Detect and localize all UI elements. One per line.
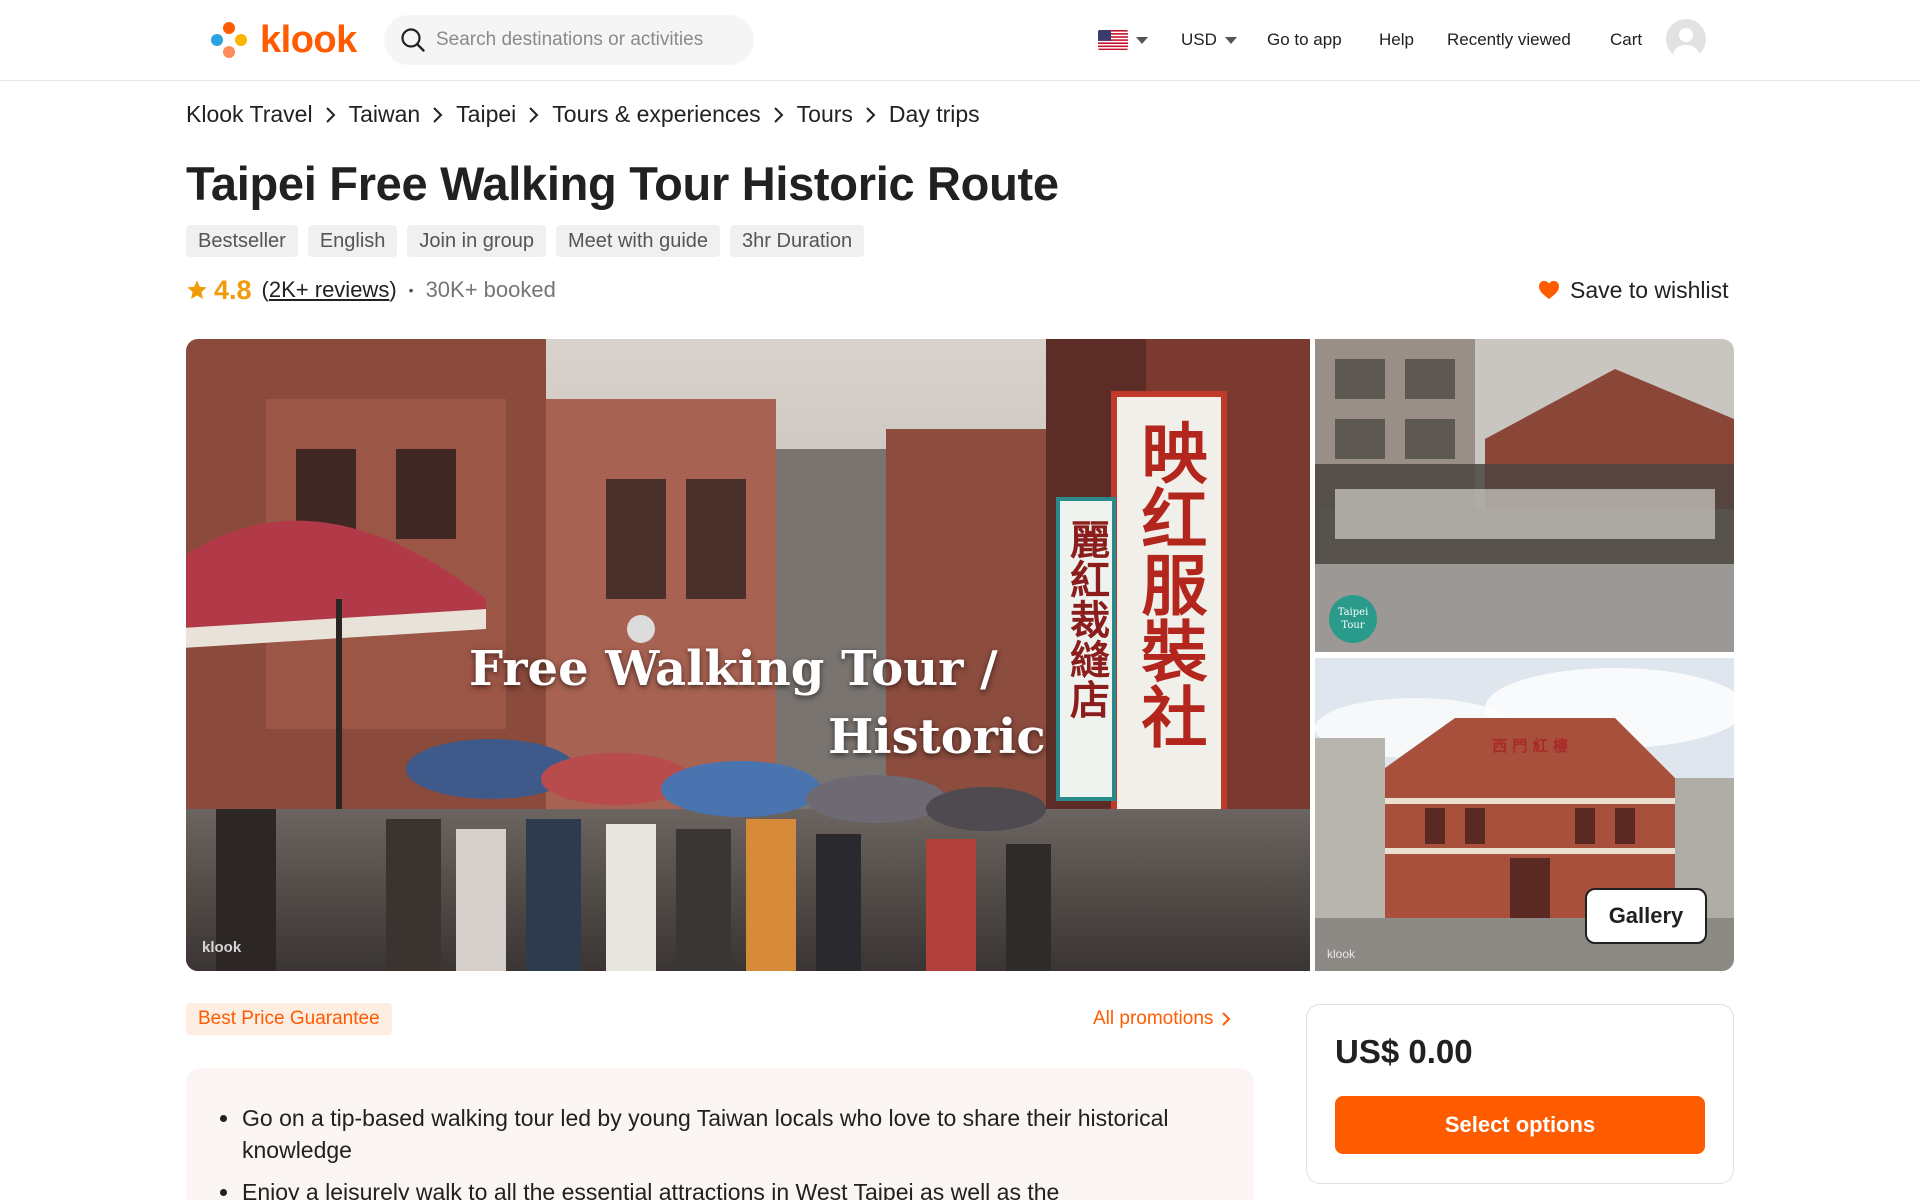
klook-logo-icon	[211, 22, 247, 58]
search-icon	[401, 28, 425, 52]
breadcrumb-item-taiwan[interactable]: Taiwan	[349, 101, 421, 128]
highlight-item: Go on a tip-based walking tour led by yo…	[220, 1102, 1172, 1166]
separator-dot: •	[408, 282, 414, 298]
price-label: US$ 0.00	[1335, 1033, 1473, 1070]
search-input[interactable]	[436, 29, 736, 51]
chevron-right-icon	[865, 106, 877, 124]
top-header: klook USD Go to app	[0, 0, 1920, 81]
search-bar[interactable]	[384, 15, 754, 65]
help-label: Help	[1379, 30, 1414, 49]
badge-text-2: Tour	[1341, 620, 1364, 631]
reviews-link[interactable]: 2K+ reviews	[269, 277, 389, 302]
chevron-right-icon	[325, 106, 337, 124]
page-title: Taipei Free Walking Tour Historic Route	[186, 157, 1059, 210]
activity-tags: Bestseller English Join in group Meet wi…	[186, 225, 865, 257]
badge-text-1: Taipei	[1338, 607, 1369, 618]
help-link[interactable]: Help	[1379, 0, 1414, 80]
flag-us-icon	[1098, 30, 1128, 50]
highlights-box: Go on a tip-based walking tour led by yo…	[186, 1068, 1254, 1200]
gallery-main-image[interactable]: 映红服裝社 麗紅裁縫店 Free Walking Tour / Historic…	[186, 339, 1310, 971]
tour-badge-icon	[1329, 595, 1377, 643]
gallery-button[interactable]: Gallery	[1585, 888, 1707, 944]
breadcrumb-item-tours-experiences[interactable]: Tours & experiences	[552, 101, 760, 128]
heart-icon	[1539, 280, 1559, 300]
sign-small-text: 麗紅裁縫店	[1063, 519, 1110, 719]
reviews-count: (2K+ reviews)	[261, 277, 397, 302]
chevron-down-icon	[1224, 36, 1237, 44]
sign-large-text: 映红服裝社	[1131, 419, 1208, 749]
language-selector[interactable]	[1098, 0, 1148, 80]
booking-card: US$ 0.00 Select options	[1306, 1004, 1734, 1184]
breadcrumb-item-tours[interactable]: Tours	[797, 101, 853, 128]
booked-count: 30K+ booked	[425, 277, 556, 302]
gallery-thumbnail-group-photo[interactable]: Taipei Tour	[1315, 339, 1734, 652]
save-to-wishlist-button[interactable]: Save to wishlist	[1538, 272, 1729, 308]
breadcrumb: Klook Travel Taiwan Taipei Tours & exper…	[186, 101, 980, 128]
tag-meet-guide: Meet with guide	[555, 225, 721, 257]
highlights-list: Go on a tip-based walking tour led by yo…	[220, 1102, 1214, 1200]
recently-viewed-link[interactable]: Recently viewed	[1447, 0, 1571, 80]
chevron-right-icon	[528, 106, 540, 124]
chevron-right-icon	[1222, 1012, 1231, 1026]
klook-logo-text: klook	[260, 18, 357, 61]
highlight-item: Enjoy a leisurely walk to all the essent…	[220, 1176, 1172, 1200]
select-options-button[interactable]: Select options	[1335, 1096, 1705, 1154]
cart-link[interactable]: Cart	[1610, 0, 1642, 80]
breadcrumb-item-day-trips[interactable]: Day trips	[889, 101, 980, 128]
rating-summary: 4.8 (2K+ reviews) • 30K+ booked	[186, 272, 556, 308]
tag-join-group: Join in group	[407, 225, 546, 257]
klook-logo[interactable]: klook	[206, 17, 357, 63]
currency-selector[interactable]: USD	[1181, 0, 1237, 80]
star-icon	[187, 280, 207, 299]
tag-bestseller: Bestseller	[186, 225, 298, 257]
rating-score: 4.8	[214, 274, 252, 305]
chevron-down-icon	[1136, 36, 1148, 44]
klook-watermark: klook	[1327, 947, 1356, 961]
breadcrumb-item-klook-travel[interactable]: Klook Travel	[186, 101, 313, 128]
go-to-app-link[interactable]: Go to app	[1267, 0, 1342, 80]
gallery-overlay-title-line2: Historic	[828, 709, 1046, 765]
building-sign-text: 西 門 紅 樓	[1492, 737, 1568, 755]
recently-viewed-label: Recently viewed	[1447, 30, 1571, 49]
wishlist-label: Save to wishlist	[1570, 276, 1729, 303]
klook-watermark: klook	[202, 939, 242, 956]
gallery-overlay-title-line1: Free Walking Tour /	[469, 641, 998, 697]
tag-duration: 3hr Duration	[730, 225, 865, 257]
cart-label: Cart	[1610, 30, 1643, 49]
breadcrumb-item-taipei[interactable]: Taipei	[456, 101, 516, 128]
tag-language: English	[307, 225, 398, 257]
currency-label: USD	[1181, 30, 1217, 49]
go-to-app-label: Go to app	[1267, 30, 1342, 49]
chevron-right-icon	[432, 106, 444, 124]
avatar-icon[interactable]	[1666, 19, 1706, 59]
all-promotions-link[interactable]: All promotions	[1093, 1003, 1231, 1035]
chevron-right-icon	[773, 106, 785, 124]
best-price-guarantee-badge[interactable]: Best Price Guarantee	[186, 1003, 392, 1035]
all-promotions-label: All promotions	[1093, 1008, 1214, 1029]
